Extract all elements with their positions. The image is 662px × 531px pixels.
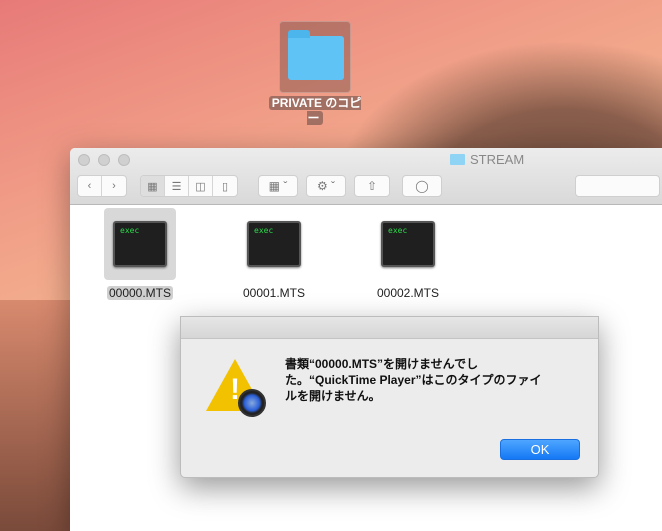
finder-toolbar: STREAM ‹ › ▦ ☰ ◫ ▯ ▦ ˇ ⚙ ˇ ⇧ ◯ — [70, 148, 662, 205]
close-button[interactable] — [78, 154, 90, 166]
zoom-button[interactable] — [118, 154, 130, 166]
arrange-icon: ▦ ˇ — [268, 179, 288, 193]
error-dialog: ! 書類“00000.MTS”を開けませんでし た。“QuickTime Pla… — [180, 316, 599, 478]
tag-icon: ◯ — [415, 179, 429, 193]
dialog-titlebar — [181, 317, 598, 339]
gear-icon: ⚙ ˇ — [316, 179, 336, 193]
minimize-button[interactable] — [98, 154, 110, 166]
ok-button[interactable]: OK — [500, 439, 580, 460]
exec-file-icon: exec — [247, 221, 301, 267]
back-button[interactable]: ‹ — [78, 176, 102, 196]
desktop-folder-label[interactable]: PRIVATE のコピー — [264, 96, 366, 126]
message-line: 書類“00000.MTS”を開けませんでし — [285, 357, 479, 371]
coverflow-view-icon[interactable]: ▯ — [213, 176, 237, 196]
message-line: た。“QuickTime Player”はこのタイプのファイ — [285, 373, 542, 387]
arrange-button[interactable]: ▦ ˇ — [258, 175, 298, 197]
file-name: 00001.MTS — [242, 286, 306, 300]
search-input[interactable] — [575, 175, 660, 197]
folder-icon — [450, 154, 465, 165]
view-mode-buttons: ▦ ☰ ◫ ▯ — [140, 175, 238, 197]
file-item[interactable]: exec 00001.MTS — [219, 208, 329, 300]
exec-file-icon: exec — [113, 221, 167, 267]
share-icon: ⇧ — [366, 179, 378, 193]
share-button[interactable]: ⇧ — [354, 175, 390, 197]
column-view-icon[interactable]: ◫ — [189, 176, 213, 196]
file-item[interactable]: exec 00000.MTS — [85, 208, 195, 300]
action-button[interactable]: ⚙ ˇ — [306, 175, 346, 197]
window-title: STREAM — [450, 152, 524, 167]
list-view-icon[interactable]: ☰ — [165, 176, 189, 196]
desktop-folder-icon[interactable] — [279, 21, 351, 93]
exec-file-icon: exec — [381, 221, 435, 267]
forward-button[interactable]: › — [102, 176, 126, 196]
file-name: 00002.MTS — [376, 286, 440, 300]
message-line: ルを開けません。 — [285, 389, 381, 403]
icon-view-icon[interactable]: ▦ — [141, 176, 165, 196]
nav-buttons: ‹ › — [77, 175, 127, 197]
file-name: 00000.MTS — [106, 286, 174, 300]
tag-button[interactable]: ◯ — [402, 175, 442, 197]
file-item[interactable]: exec 00002.MTS — [353, 208, 463, 300]
quicktime-icon — [238, 389, 266, 417]
dialog-message: 書類“00000.MTS”を開けませんでし た。“QuickTime Playe… — [285, 356, 585, 404]
